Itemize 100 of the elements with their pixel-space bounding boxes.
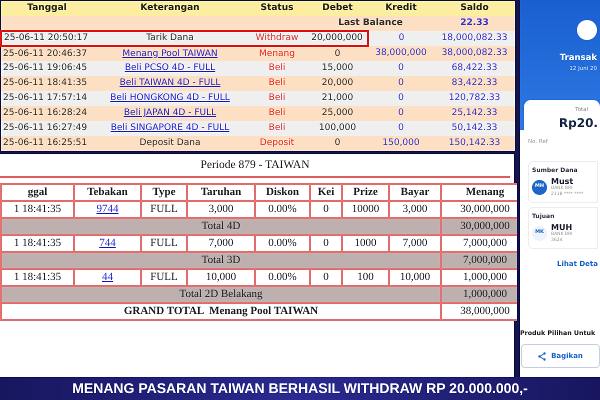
guess-link[interactable]: 9744 xyxy=(75,202,140,218)
column-header: Kei xyxy=(311,185,341,200)
credit-cell: 0 xyxy=(368,76,434,91)
column-header: Status xyxy=(247,1,307,16)
balance-cell: 25,142.33 xyxy=(434,106,515,121)
total-label: Total 3D xyxy=(2,253,440,268)
receipt-title: Transak xyxy=(560,52,597,65)
transaction-link[interactable]: Beli TAIWAN 4D - FULL xyxy=(93,76,247,91)
table-cell: 3,000 xyxy=(188,202,254,218)
share-icon xyxy=(538,352,546,361)
guess-link[interactable]: 44 xyxy=(75,270,140,286)
table-cell: 0 xyxy=(311,202,341,218)
balance-cell: 120,782.33 xyxy=(434,91,515,106)
status-cell: Beli xyxy=(247,106,307,121)
debit-cell: 25,000 xyxy=(307,106,368,121)
column-header: Tanggal xyxy=(1,1,93,16)
transaction-link[interactable]: Beli SINGAPORE 4D - FULL xyxy=(93,121,247,136)
debit-cell: 20,000 xyxy=(307,76,368,91)
debit-cell: 20,000,000 xyxy=(307,31,368,46)
date-cell: 25-06-11 19:06:45 xyxy=(1,61,93,76)
table-cell: 0.00% xyxy=(256,270,309,286)
credit-cell: 0 xyxy=(368,106,434,121)
total-label: Total 4D xyxy=(2,219,440,234)
table-cell: 0 xyxy=(311,270,341,286)
table-cell: 7,000 xyxy=(390,236,440,252)
column-header: Type xyxy=(142,185,186,200)
credit-cell: 150,000 xyxy=(368,136,434,151)
balance-cell: 18,000,082.33 xyxy=(434,31,515,46)
column-header: Debet xyxy=(307,1,368,16)
transaction-link[interactable]: Beli HONGKONG 4D - FULL xyxy=(93,91,247,106)
date-cell: 25-06-11 16:27:49 xyxy=(1,121,93,136)
credit-cell: 0 xyxy=(368,121,434,136)
transaction-link[interactable]: Menang Pool TAIWAN xyxy=(93,46,247,61)
date-cell: 25-06-11 20:50:17 xyxy=(1,31,93,46)
table-cell: 7,000 xyxy=(188,236,254,252)
balance-cell: 68,422.33 xyxy=(434,61,515,76)
column-header: Diskon xyxy=(256,185,309,200)
column-header: Keterangan xyxy=(93,1,247,16)
debit-cell: 21,000 xyxy=(307,91,368,106)
credit-cell: 0 xyxy=(368,31,434,46)
column-header: Bayar xyxy=(390,185,440,200)
table-cell: 0.00% xyxy=(256,202,309,218)
table-cell: 1 18:41:35 xyxy=(2,270,73,286)
table-cell: FULL xyxy=(142,270,186,286)
status-cell: Beli xyxy=(247,61,307,76)
description-cell: Tarik Dana xyxy=(93,31,247,46)
table-cell: 1 18:41:35 xyxy=(2,236,73,252)
banner-text: MENANG PASARAN TAIWAN BERHASIL WITHDRAW RP 20.000.000,- xyxy=(72,379,528,398)
debit-cell: 100,000 xyxy=(307,121,368,136)
amount-text: Rp20. xyxy=(558,115,598,132)
table-cell: 10,000 xyxy=(390,270,440,286)
transaction-link[interactable]: Beli JAPAN 4D - FULL xyxy=(93,106,247,121)
status-cell: Beli xyxy=(247,91,307,106)
account-name: MUH xyxy=(551,222,572,232)
table-cell: FULL xyxy=(142,236,186,252)
date-cell: 25-06-11 20:46:37 xyxy=(1,46,93,61)
credit-cell: 38,000,000 xyxy=(368,46,434,61)
status-cell: Withdraw xyxy=(247,31,307,46)
status-cell: Beli xyxy=(247,76,307,91)
date-cell: 25-06-11 16:25:51 xyxy=(1,136,93,151)
table-cell: 10,000 xyxy=(188,270,254,286)
last-balance-value: 22.33 xyxy=(434,16,515,31)
table-cell: 3,000 xyxy=(390,202,440,218)
grand-total-label: GRAND TOTAL Menang Pool TAIWAN xyxy=(2,304,440,320)
column-header: Prize xyxy=(343,185,388,200)
date-cell: 25-06-11 16:28:24 xyxy=(1,106,93,121)
table-cell: FULL xyxy=(142,202,186,218)
status-cell: Deposit xyxy=(247,136,307,151)
debit-cell: 0 xyxy=(307,136,368,151)
total-label: Total 2D Belakang xyxy=(2,287,440,302)
status-cell: Menang xyxy=(247,46,307,61)
table-cell: 1 18:41:35 xyxy=(2,202,73,218)
table-cell: 100 xyxy=(343,270,388,286)
credit-cell: 0 xyxy=(368,91,434,106)
account-name: Must xyxy=(551,176,574,186)
debit-cell: 15,000 xyxy=(307,61,368,76)
credit-cell: 0 xyxy=(368,61,434,76)
balance-cell: 150,142.33 xyxy=(434,136,515,151)
table-cell: 0 xyxy=(311,236,341,252)
balance-cell: 83,422.33 xyxy=(434,76,515,91)
table-cell: 0.00% xyxy=(256,236,309,252)
date-cell: 25-06-11 18:41:35 xyxy=(1,76,93,91)
column-header: Tebakan xyxy=(75,185,140,200)
table-cell: 10000 xyxy=(343,202,388,218)
transaction-link[interactable]: Beli PCSO 4D - FULL xyxy=(93,61,247,76)
guess-link[interactable]: 744 xyxy=(75,236,140,252)
column-header: Kredit xyxy=(368,1,434,16)
period-title: Periode 879 - TAIWAN xyxy=(0,154,510,178)
balance-cell: 38,000,082.33 xyxy=(434,46,515,61)
last-balance-label: Last Balance xyxy=(307,16,434,31)
table-cell: 1000 xyxy=(343,236,388,252)
debit-cell: 0 xyxy=(307,46,368,61)
date-cell: 25-06-11 17:57:14 xyxy=(1,91,93,106)
column-header: Saldo xyxy=(434,1,515,16)
description-cell: Deposit Dana xyxy=(93,136,247,151)
status-circle-icon xyxy=(577,20,597,40)
column-header: Taruhan xyxy=(188,185,254,200)
column-header: ggal xyxy=(2,185,73,200)
status-cell: Beli xyxy=(247,121,307,136)
balance-cell: 50,142.33 xyxy=(434,121,515,136)
